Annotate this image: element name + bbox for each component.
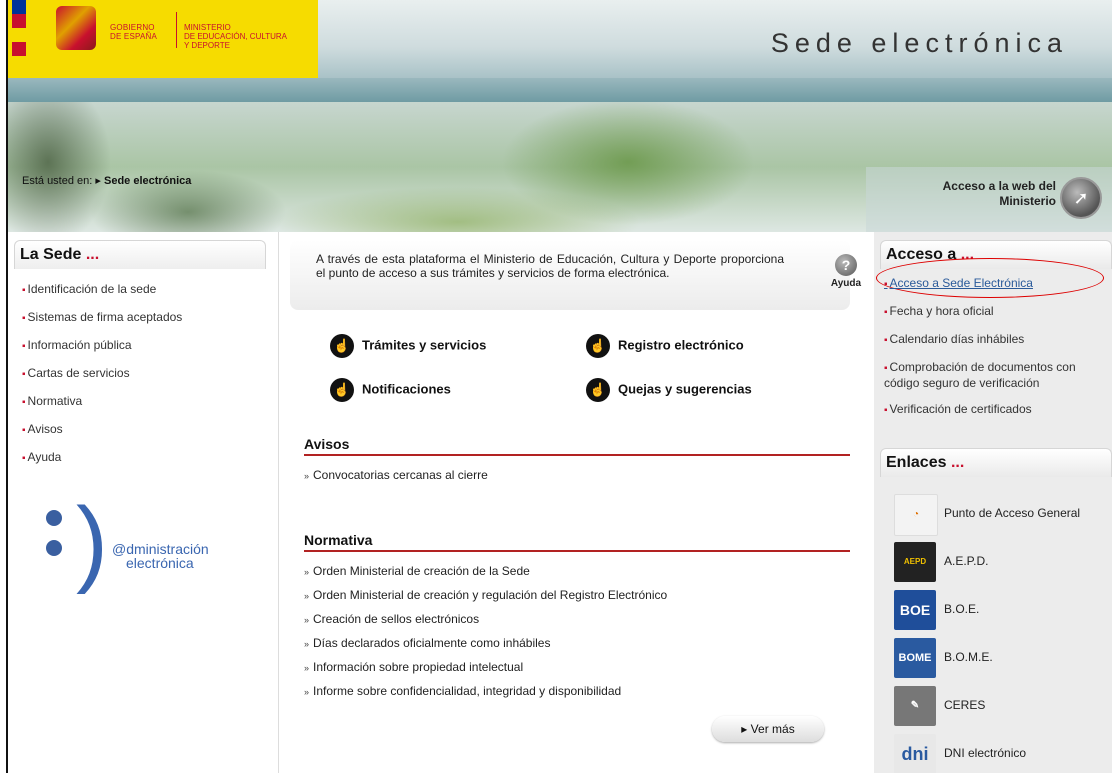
- normativa-title: Normativa: [304, 532, 373, 548]
- help-button[interactable]: ? Ayuda: [826, 254, 866, 289]
- comprobacion-documentos-link[interactable]: ▪ Comprobación de documentos con código s…: [884, 360, 1112, 390]
- fecha-hora-link[interactable]: ▪ Fecha y hora oficial: [884, 304, 1112, 320]
- aepd-logo-icon: AEPD: [894, 542, 936, 582]
- intro-text: A través de esta plataforma el Ministeri…: [316, 252, 784, 280]
- menu-item-ayuda[interactable]: ▪ Ayuda: [22, 444, 182, 472]
- left-sidebar: La Sede ... ▪ Identificación de la sede ▪…: [8, 232, 279, 773]
- pointer-hand-icon: ☝: [330, 378, 354, 402]
- list-item[interactable]: » Días declarados oficialmente como inháb…: [304, 632, 667, 656]
- site-title: Sede electrónica: [770, 28, 1068, 58]
- normativa-list: » Orden Ministerial de creación de la Sed…: [304, 560, 667, 704]
- breadcrumb-current: Sede electrónica: [103, 175, 192, 187]
- list-item[interactable]: » Convocatorias cercanas al cierre: [304, 464, 488, 488]
- pointer-hand-icon: ☝: [586, 378, 610, 402]
- play-arrow-icon: ▸: [741, 722, 748, 736]
- sede-menu: ▪ Identificación de la sede ▪ Sistemas de …: [22, 276, 182, 472]
- verificacion-certificados-link[interactable]: ▪ Verificación de certificados: [884, 402, 1112, 418]
- government-logo[interactable]: GOBIERNO DE ESPAÑA MINISTERIO DE EDUCACI…: [8, 0, 318, 78]
- main-content: A través de esta plataforma el Ministeri…: [280, 232, 872, 773]
- acceso-list: ▪ Acceso a Sede Electrónica ▪ Fecha y hora…: [884, 276, 1112, 430]
- menu-item-informacion-publica[interactable]: ▪ Información pública: [22, 332, 182, 360]
- breadcrumb-prefix: Está usted en:: [22, 175, 93, 187]
- menu-item-identificacion[interactable]: ▪ Identificación de la sede: [22, 276, 182, 304]
- admin-logo-text: @dministración electrónica: [112, 541, 209, 571]
- calendario-link[interactable]: ▪ Calendario días inhábiles: [884, 332, 1112, 348]
- menu-item-sistemas-firma[interactable]: ▪ Sistemas de firma aceptados: [22, 304, 182, 332]
- dni-logo-icon: dni: [894, 734, 936, 773]
- ministry-web-link-label: Acceso a la web del Ministerio: [942, 179, 1056, 208]
- ministry-web-link[interactable]: Acceso a la web del Ministerio ➚: [866, 167, 1112, 232]
- pointer-hand-icon: ☝: [330, 334, 354, 358]
- boe-logo-icon: BOE: [894, 590, 936, 630]
- decorative-band: [8, 78, 1112, 102]
- site-header: GOBIERNO DE ESPAÑA MINISTERIO DE EDUCACI…: [8, 0, 1112, 232]
- pag-logo-icon: ◔: [894, 494, 938, 536]
- help-icon: ?: [835, 254, 857, 276]
- external-arrow-icon[interactable]: ➚: [1060, 177, 1102, 219]
- bome-logo-icon: BOME: [894, 638, 936, 678]
- menu-item-normativa[interactable]: ▪ Normativa: [22, 388, 182, 416]
- list-item[interactable]: » Información sobre propiedad intelectual: [304, 656, 667, 680]
- coat-of-arms-icon: [56, 6, 96, 50]
- breadcrumb-arrow-icon: ▸: [95, 175, 101, 187]
- ministry-name: MINISTERIO DE EDUCACIÓN, CULTURA Y DEPOR…: [184, 23, 287, 50]
- right-sidebar: Acceso a ... ▪ Acceso a Sede Electrónica …: [874, 232, 1112, 773]
- help-label: Ayuda: [830, 278, 862, 289]
- avisos-list: » Convocatorias cercanas al cierre: [304, 464, 488, 488]
- page-frame: GOBIERNO DE ESPAÑA MINISTERIO DE EDUCACI…: [6, 0, 1112, 773]
- list-item[interactable]: » Creación de sellos electrónicos: [304, 608, 667, 632]
- quejas-sugerencias-link[interactable]: ☝ Quejas y sugerencias: [586, 378, 752, 402]
- list-item[interactable]: » Orden Ministerial de creación de la Sed…: [304, 560, 667, 584]
- menu-item-cartas-servicios[interactable]: ▪ Cartas de servicios: [22, 360, 182, 388]
- ceres-logo-icon: ✎: [894, 686, 936, 726]
- pointer-hand-icon: ☝: [586, 334, 610, 358]
- menu-item-avisos[interactable]: ▪ Avisos: [22, 416, 182, 444]
- avisos-title: Avisos: [304, 436, 350, 452]
- breadcrumb: Está usted en: ▸ Sede electrónica: [22, 174, 191, 187]
- acceso-sede-link[interactable]: ▪ Acceso a Sede Electrónica: [884, 276, 1112, 292]
- ver-mas-button[interactable]: ▸ Ver más: [712, 716, 824, 742]
- intro-box: A través de esta plataforma el Ministeri…: [290, 240, 861, 310]
- government-name: GOBIERNO DE ESPAÑA: [110, 23, 157, 41]
- list-item[interactable]: » Orden Ministerial de creación y regulac…: [304, 584, 667, 608]
- eu-spain-flag-icon: [12, 0, 26, 56]
- list-item[interactable]: » Informe sobre confidencialidad, integri…: [304, 680, 667, 704]
- administracion-electronica-logo[interactable]: ) @dministración electrónica: [36, 494, 246, 592]
- registro-electronico-link[interactable]: ☝ Registro electrónico: [586, 334, 744, 358]
- notificaciones-link[interactable]: ☝ Notificaciones: [330, 378, 451, 402]
- tramites-servicios-link[interactable]: ☝ Trámites y servicios: [330, 334, 486, 358]
- sidebar-title: La Sede ...: [20, 246, 100, 263]
- enlaces-title: Enlaces ...: [886, 454, 965, 471]
- top-bar: GOBIERNO DE ESPAÑA MINISTERIO DE EDUCACI…: [8, 0, 1112, 78]
